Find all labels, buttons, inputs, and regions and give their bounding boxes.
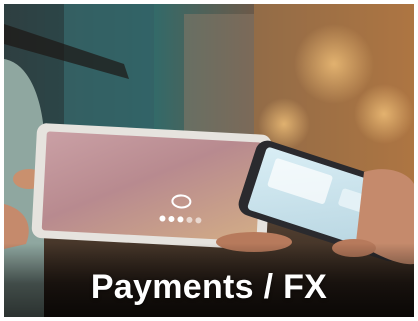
payments-fx-card[interactable]: Payments / FX bbox=[4, 4, 414, 317]
card-title: Payments / FX bbox=[90, 268, 328, 306]
